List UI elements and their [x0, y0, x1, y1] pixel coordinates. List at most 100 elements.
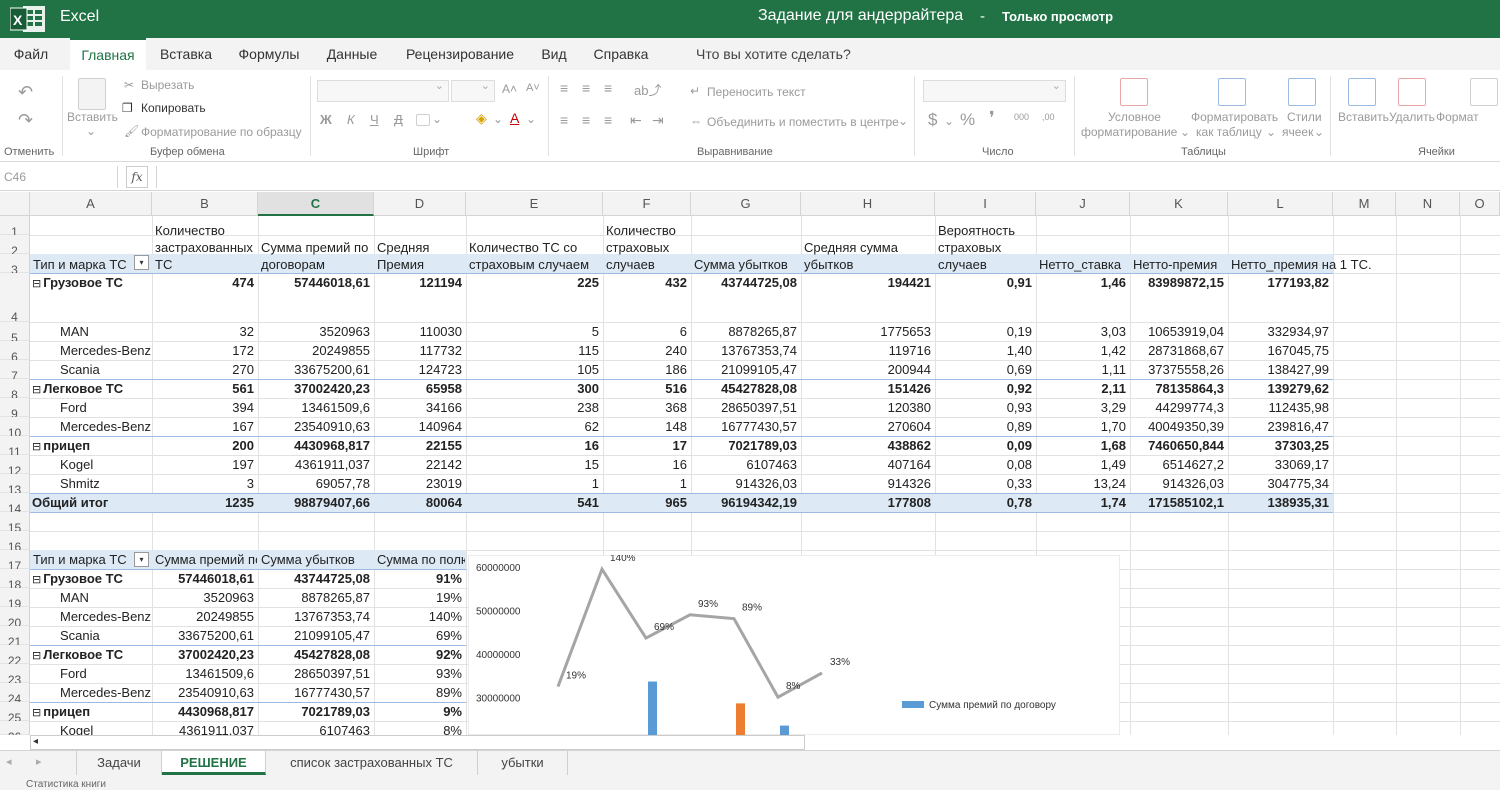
- fx-icon[interactable]: fx: [126, 166, 148, 188]
- row-header-24[interactable]: 24: [0, 683, 30, 706]
- pivot-cell[interactable]: 1,70: [1036, 418, 1126, 436]
- column-header-e[interactable]: E: [466, 192, 603, 216]
- currency-button[interactable]: $: [928, 110, 937, 130]
- pivot-cell[interactable]: 407164: [801, 456, 931, 474]
- pivot-cell[interactable]: 120380: [801, 399, 931, 417]
- align-bottom-icon[interactable]: ≡: [604, 80, 612, 96]
- pivot-cell[interactable]: 1235: [152, 494, 254, 512]
- pivot-cell[interactable]: 0,78: [935, 494, 1032, 512]
- pivot-cell[interactable]: 140964: [374, 418, 462, 436]
- pivot-cell[interactable]: 148: [603, 418, 687, 436]
- format-painter-icon[interactable]: 🖌: [124, 124, 139, 138]
- sheet-tab-tasks[interactable]: Задачи: [76, 751, 162, 775]
- conditional-format-icon[interactable]: [1120, 78, 1148, 106]
- column-header-j[interactable]: J: [1036, 192, 1130, 216]
- row-header-1[interactable]: 1: [0, 216, 30, 239]
- font-name-dropdown[interactable]: [317, 79, 449, 102]
- column-header-k[interactable]: K: [1130, 192, 1228, 216]
- pivot-cell[interactable]: 7021789,03: [691, 437, 797, 455]
- pivot-cell[interactable]: 17: [603, 437, 687, 455]
- font-color-icon[interactable]: A: [510, 110, 519, 126]
- format-cells-button[interactable]: Формат: [1436, 110, 1479, 124]
- paste-button[interactable]: Вставить: [67, 110, 118, 124]
- format-as-table-line2[interactable]: как таблицу: [1196, 125, 1262, 139]
- increase-indent-icon[interactable]: ⇥: [652, 112, 664, 129]
- pivot-cell[interactable]: 200944: [801, 361, 931, 379]
- pivot-cell[interactable]: 37002420,23: [258, 380, 370, 398]
- decrease-indent-icon[interactable]: ⇤: [630, 112, 642, 129]
- tab-review[interactable]: Рецензирование: [394, 38, 526, 70]
- pivot-cell[interactable]: 96194342,19: [691, 494, 797, 512]
- format-as-table-icon[interactable]: [1218, 78, 1246, 106]
- fill-color-icon[interactable]: ◈: [476, 110, 487, 127]
- pivot-cell[interactable]: 8878265,87: [691, 323, 797, 341]
- pivot-cell[interactable]: 516: [603, 380, 687, 398]
- pivot2-cell[interactable]: 21099105,47: [258, 627, 370, 645]
- pivot-cell[interactable]: 914326,03: [691, 475, 797, 493]
- pivot-cell[interactable]: 16: [603, 456, 687, 474]
- pivot-cell[interactable]: 65958: [374, 380, 462, 398]
- pivot2-cell[interactable]: 8%: [374, 722, 462, 735]
- pivot-cell[interactable]: 40049350,39: [1130, 418, 1224, 436]
- pivot-cell[interactable]: 167045,75: [1228, 342, 1329, 360]
- pivot-cell[interactable]: 110030: [374, 323, 462, 341]
- pivot2-cell[interactable]: 140%: [374, 608, 462, 626]
- orientation-icon[interactable]: ab⤴: [634, 80, 661, 99]
- conditional-format-dropdown-icon[interactable]: ⌄: [1180, 125, 1190, 139]
- pivot2-cell[interactable]: 9%: [374, 703, 462, 721]
- pivot-cell[interactable]: 43744725,08: [691, 274, 797, 292]
- borders-icon[interactable]: [416, 114, 430, 126]
- pivot-cell[interactable]: 139279,62: [1228, 380, 1329, 398]
- column-header-c[interactable]: C: [258, 192, 374, 216]
- pivot-cell[interactable]: 45427828,08: [691, 380, 797, 398]
- pivot-cell[interactable]: 78135864,3: [1130, 380, 1224, 398]
- pivot-cell[interactable]: 1,11: [1036, 361, 1126, 379]
- pivot-cell[interactable]: 69057,78: [258, 475, 370, 493]
- pivot-cell[interactable]: 0,33: [935, 475, 1032, 493]
- insert-cells-icon[interactable]: [1348, 78, 1376, 106]
- row-header-10[interactable]: 10: [0, 417, 30, 440]
- font-size-dropdown[interactable]: [451, 79, 495, 102]
- pivot-cell[interactable]: 4430968,817: [258, 437, 370, 455]
- pivot2-cell[interactable]: 4361911,037: [152, 722, 254, 735]
- pivot-cell[interactable]: 22142: [374, 456, 462, 474]
- format-as-table-line1[interactable]: Форматировать: [1191, 110, 1278, 124]
- pivot-cell[interactable]: 225: [466, 274, 599, 292]
- pivot2-cell[interactable]: 23540910,63: [152, 684, 254, 702]
- pivot-chart[interactable]: 60000000 50000000 40000000 30000000 19% 140% 6…: [468, 555, 1120, 735]
- pivot-cell[interactable]: 914326,03: [1130, 475, 1224, 493]
- pivot-cell[interactable]: 0,69: [935, 361, 1032, 379]
- pivot2-cell[interactable]: 43744725,08: [258, 570, 370, 588]
- pivot2-cell[interactable]: 6107463: [258, 722, 370, 735]
- pivot2-cell[interactable]: 28650397,51: [258, 665, 370, 683]
- underline-button[interactable]: Ч: [370, 112, 379, 127]
- wrap-text-button[interactable]: Переносить текст: [707, 85, 806, 99]
- collapse-icon[interactable]: ⊟: [32, 707, 41, 719]
- pivot-cell[interactable]: 561: [152, 380, 254, 398]
- fill-dropdown-icon[interactable]: ⌄: [493, 112, 503, 126]
- pivot2-cell[interactable]: 93%: [374, 665, 462, 683]
- pivot2-cell[interactable]: 20249855: [152, 608, 254, 626]
- pivot-cell[interactable]: 33069,17: [1228, 456, 1329, 474]
- pivot-cell[interactable]: 0,92: [935, 380, 1032, 398]
- sheet-tab-solution[interactable]: РЕШЕНИЕ: [162, 751, 266, 775]
- pivot2-cell[interactable]: 13767353,74: [258, 608, 370, 626]
- column-header-g[interactable]: G: [691, 192, 801, 216]
- pivot-cell[interactable]: 438862: [801, 437, 931, 455]
- pivot-cell[interactable]: 57446018,61: [258, 274, 370, 292]
- pivot-cell[interactable]: 432: [603, 274, 687, 292]
- pivot-cell[interactable]: 62: [466, 418, 599, 436]
- pivot-cell[interactable]: 22155: [374, 437, 462, 455]
- row-header-14[interactable]: 14: [0, 493, 30, 516]
- pivot-cell[interactable]: 171585102,1: [1130, 494, 1224, 512]
- pivot-cell[interactable]: 2,11: [1036, 380, 1126, 398]
- pivot-cell[interactable]: 0,93: [935, 399, 1032, 417]
- pivot2-cell[interactable]: 57446018,61: [152, 570, 254, 588]
- pivot2-cell[interactable]: 4430968,817: [152, 703, 254, 721]
- pivot-cell[interactable]: 23019: [374, 475, 462, 493]
- tab-home[interactable]: Главная: [70, 38, 146, 70]
- wrap-text-icon[interactable]: ↵: [690, 84, 700, 98]
- pivot-cell[interactable]: 332934,97: [1228, 323, 1329, 341]
- pivot-cell[interactable]: 238: [466, 399, 599, 417]
- column-header-d[interactable]: D: [374, 192, 466, 216]
